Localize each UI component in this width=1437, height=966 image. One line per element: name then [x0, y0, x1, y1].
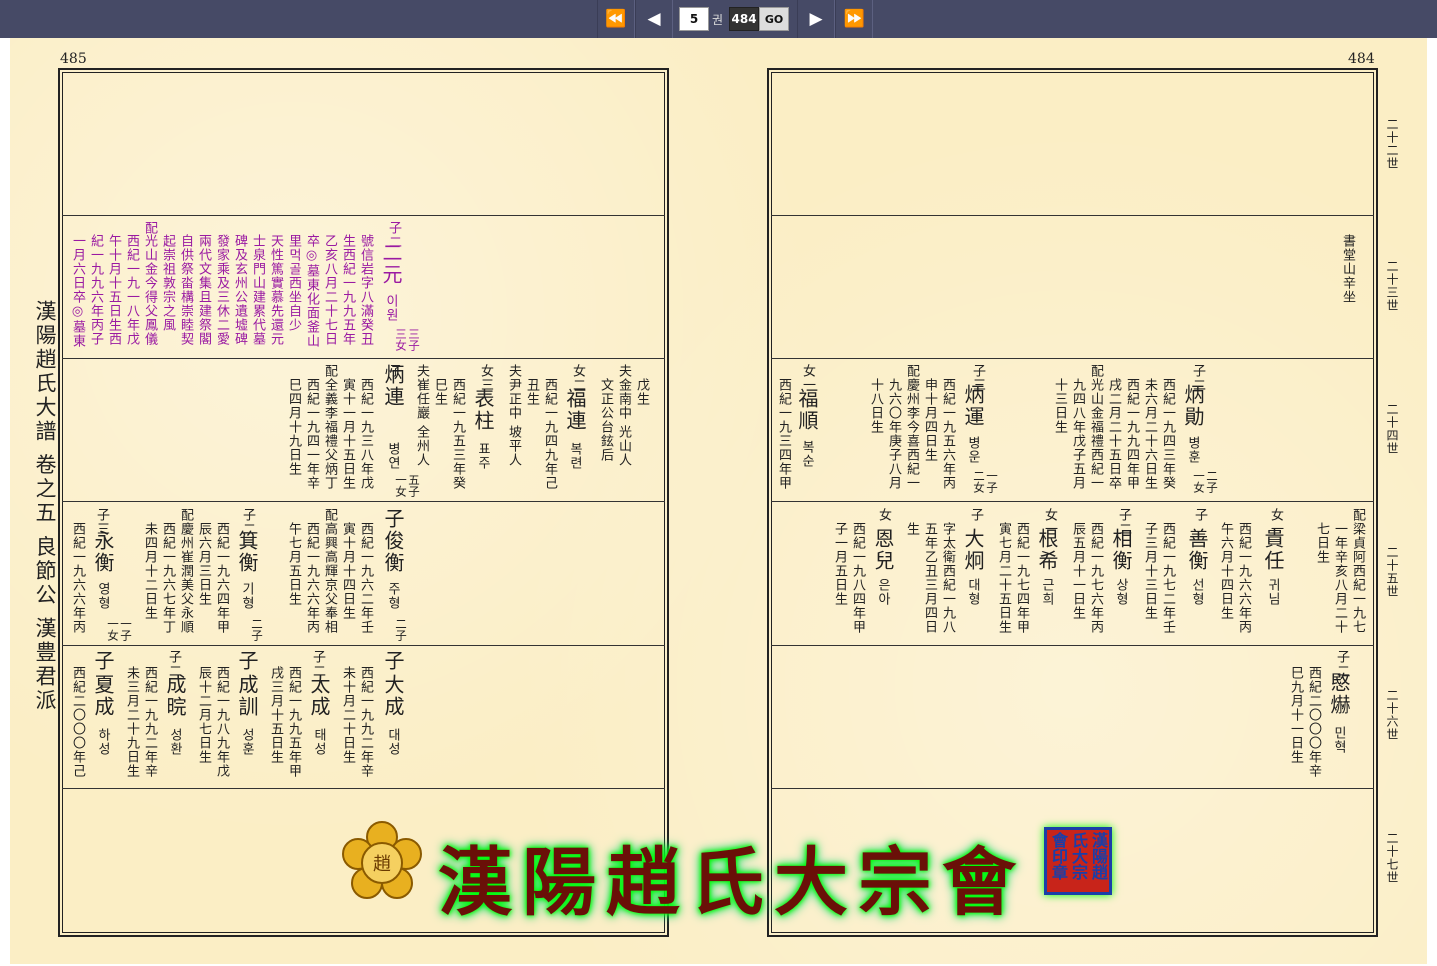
note-text: 書堂山辛坐 [1340, 234, 1355, 304]
generation-label: 二十七世 [1385, 832, 1399, 884]
double-left-icon: ⏪ [605, 9, 627, 29]
right-arrow-icon: ▶ [809, 9, 823, 29]
flower-emblem-icon: 趙 [342, 821, 422, 899]
seal-stamp: 漢陽趙氏大宗會印章 [1044, 827, 1112, 895]
svg-text:趙: 趙 [373, 854, 391, 875]
volume-unit: 권 [712, 12, 724, 27]
viewer-toolbar: ⏪ ◀ 권 GO ▶ ⏩ [0, 0, 1437, 38]
page-number-left: 485 [60, 51, 87, 67]
generation-label: 二十三世 [1385, 260, 1399, 312]
volume-input[interactable] [679, 7, 709, 31]
generation-label: 二十二世 [1385, 118, 1399, 170]
next-page-button[interactable]: ▶ [797, 0, 836, 38]
generation-label: 二十六世 [1385, 689, 1399, 741]
page-input[interactable] [729, 7, 760, 31]
last-page-button[interactable]: ⏩ [835, 0, 874, 38]
page-navigation: ⏪ ◀ 권 GO ▶ ⏩ [597, 0, 879, 38]
banner-title: 漢陽趙氏大宗會 [438, 840, 1026, 926]
prev-page-button[interactable]: ◀ [635, 0, 673, 38]
generation-label: 二十四世 [1385, 403, 1399, 455]
spine-title: 漢陽趙氏大譜 卷之五 良節公 漢豊君派 [33, 300, 57, 714]
right-page-inner [771, 72, 1374, 933]
generation-label: 二十五世 [1385, 546, 1399, 598]
left-page-inner [62, 72, 665, 933]
page-number-right: 484 [1348, 51, 1375, 67]
left-arrow-icon: ◀ [647, 9, 661, 29]
clan-banner: 趙 漢陽趙氏大宗會 漢陽趙氏大宗會印章 [328, 813, 1118, 926]
go-button[interactable]: GO [759, 7, 790, 31]
first-page-button[interactable]: ⏪ [597, 0, 635, 38]
book-spread: 485 484 漢陽趙氏大譜 卷之五 良節公 漢豊君派 二十二世 二十三世 二十… [10, 38, 1427, 964]
double-right-icon: ⏩ [843, 9, 865, 29]
